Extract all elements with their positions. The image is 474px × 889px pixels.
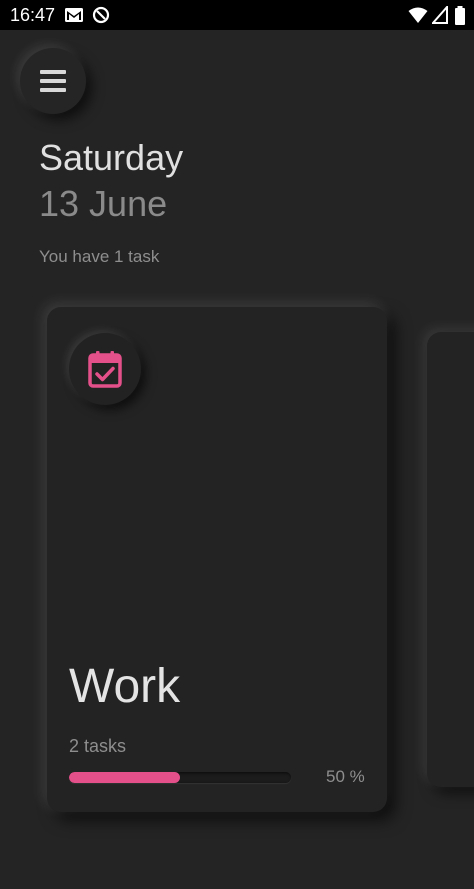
progress-bar: [69, 772, 291, 783]
progress-bar-fill: [69, 772, 180, 783]
battery-icon: [454, 6, 466, 25]
status-bar: 16:47: [0, 0, 474, 30]
progress-percent: 50 %: [326, 767, 365, 786]
wifi-icon: [408, 6, 428, 24]
signal-icon: [432, 6, 450, 24]
gmail-icon: [64, 6, 83, 24]
app-screen: 16:47 Saturday 13 June You have 1 task W…: [0, 0, 474, 889]
next-category-card[interactable]: [427, 332, 474, 787]
menu-button[interactable]: [20, 48, 86, 114]
card-title: Work: [69, 660, 181, 713]
status-time: 16:47: [10, 5, 56, 25]
category-card-work[interactable]: Work 2 tasks 50 %: [47, 307, 387, 812]
hamburger-menu-icon: [40, 70, 66, 92]
card-icon-badge: [69, 333, 141, 405]
data-saver-icon: [92, 6, 110, 24]
card-task-count: 2 tasks: [69, 736, 127, 756]
date-title: 13 June: [39, 183, 168, 224]
calendar-check-icon: [88, 351, 122, 388]
day-title: Saturday: [39, 137, 184, 178]
task-summary: You have 1 task: [39, 247, 160, 266]
